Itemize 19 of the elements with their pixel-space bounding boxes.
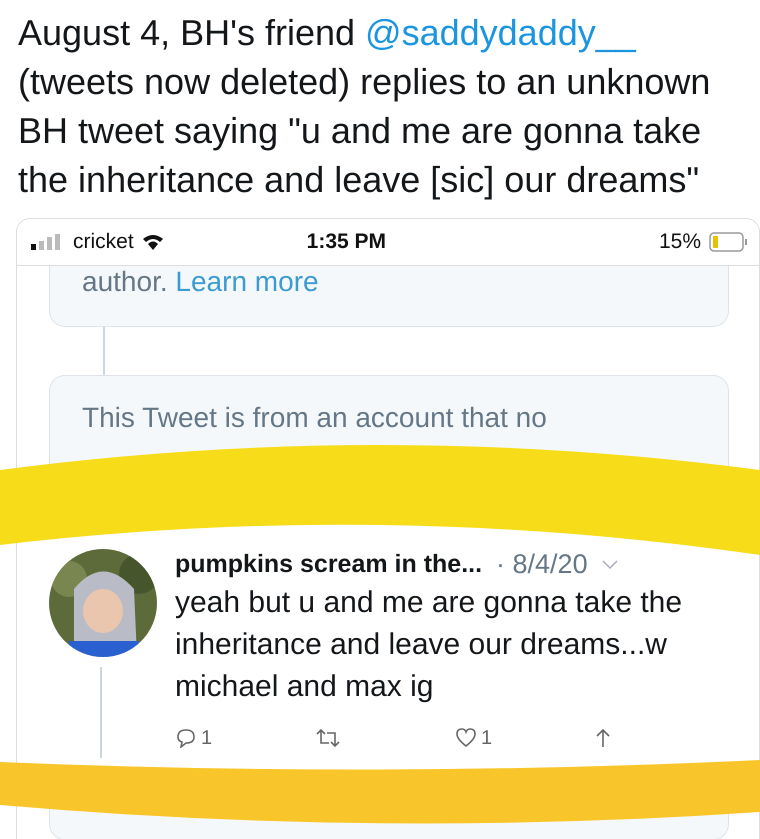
tweet-text: yeah but u and me are gonna take the inheritance and leave our dreams...w michael and max ig (175, 585, 684, 705)
action-count: 1 (481, 726, 492, 750)
tweet-date: · 8/4/20 (496, 549, 588, 580)
battery-icon (709, 232, 749, 252)
user-name[interactable]: pumpkins scream in the... (175, 550, 482, 579)
handle-link[interactable]: @saddydaddy__ (365, 12, 636, 53)
carrier-label: cricket (73, 230, 134, 254)
clock-time: 1:35 PM (306, 230, 388, 254)
notice-text: This Tweet is from an account that no (82, 402, 547, 433)
retweet-icon[interactable] (315, 728, 341, 748)
reply-icon[interactable] (175, 728, 197, 748)
heart-icon[interactable] (455, 728, 477, 748)
notice-text: author. Learn more (82, 266, 319, 297)
share-icon[interactable] (595, 728, 611, 748)
action-count: 1 (201, 726, 212, 750)
learn-more-link[interactable]: Learn more (175, 266, 319, 297)
wifi-icon (142, 234, 164, 250)
battery-percent: 15% (658, 230, 701, 254)
caption-text: August 4, BH's friend @saddydaddy__ (tweets now deleted) replies to an unknown BH tweet saying "u and me are gonna take the inheritance and leave [sic] our dreams" (17, 11, 712, 202)
